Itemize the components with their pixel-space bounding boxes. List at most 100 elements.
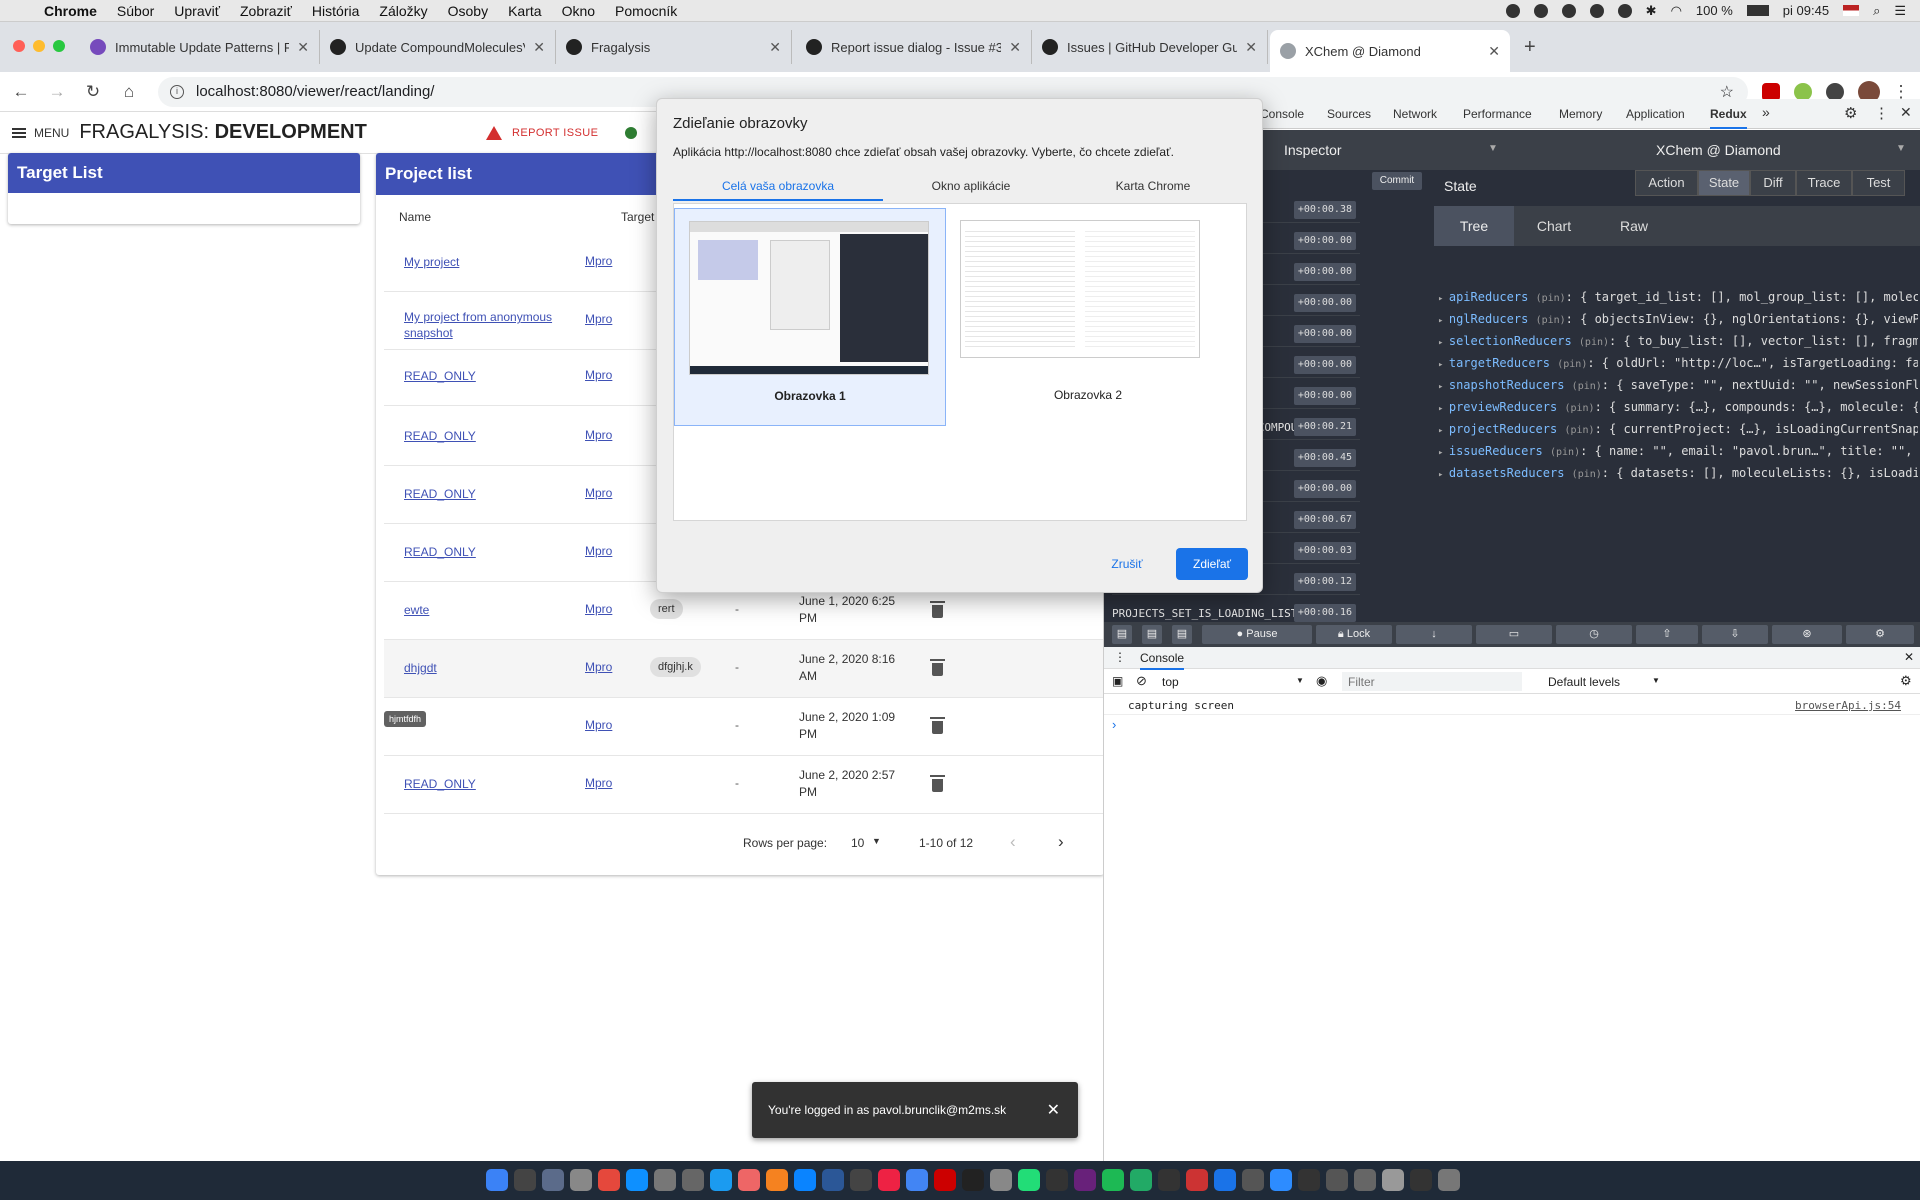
- devtools-tab-console[interactable]: Console: [1260, 107, 1304, 121]
- tab-chrome-tab[interactable]: Karta Chrome: [1059, 179, 1247, 201]
- share-button[interactable]: Zdieľať: [1176, 548, 1248, 580]
- dock-app-icon[interactable]: [1382, 1169, 1404, 1191]
- close-tab-icon[interactable]: ✕: [533, 39, 545, 56]
- close-tab-icon[interactable]: ✕: [1245, 39, 1257, 56]
- tab-entire-screen[interactable]: Celá vaša obrazovka: [673, 179, 883, 201]
- sidebar-toggle-icon[interactable]: ▣: [1112, 674, 1123, 688]
- settings-button[interactable]: ⚙: [1846, 625, 1914, 644]
- target-link[interactable]: Mpro: [585, 486, 612, 500]
- dock-app-icon[interactable]: [1018, 1169, 1040, 1191]
- reload-icon[interactable]: ↻: [78, 82, 108, 102]
- dock-app-icon[interactable]: [794, 1169, 816, 1191]
- project-name-link[interactable]: READ_ONLY: [404, 544, 574, 560]
- extension-icon[interactable]: [1794, 82, 1812, 101]
- dock-app-icon[interactable]: [598, 1169, 620, 1191]
- close-drawer-icon[interactable]: ✕: [1904, 650, 1914, 664]
- dock-app-icon[interactable]: [1270, 1169, 1292, 1191]
- dock-app-icon[interactable]: [878, 1169, 900, 1191]
- wifi-icon[interactable]: ◠: [1671, 3, 1682, 19]
- dock-app-icon[interactable]: [1354, 1169, 1376, 1191]
- tab-app-window[interactable]: Okno aplikácie: [883, 179, 1059, 201]
- dock-app-icon[interactable]: [1242, 1169, 1264, 1191]
- project-tag-chip[interactable]: rert: [650, 599, 683, 619]
- expand-arrow-icon[interactable]: ▸: [1438, 294, 1449, 304]
- forward-arrow-icon[interactable]: →: [42, 82, 72, 102]
- cloud-icon[interactable]: [1589, 3, 1604, 18]
- target-link[interactable]: Mpro: [585, 544, 612, 558]
- more-tabs-icon[interactable]: »: [1762, 104, 1770, 120]
- close-tab-icon[interactable]: ✕: [769, 39, 781, 56]
- dock-app-icon[interactable]: [1410, 1169, 1432, 1191]
- close-tab-icon[interactable]: ✕: [1009, 39, 1021, 56]
- status-icon[interactable]: [1533, 3, 1548, 18]
- console-tab[interactable]: Console: [1140, 651, 1185, 670]
- levels-select[interactable]: Default levels: [1548, 675, 1620, 689]
- dock-app-icon[interactable]: [1438, 1169, 1460, 1191]
- project-tag-chip[interactable]: dfgjhj.k: [650, 657, 701, 677]
- menu-app-name[interactable]: Chrome: [34, 3, 107, 19]
- devtools-tab-memory[interactable]: Memory: [1559, 107, 1602, 121]
- dock-app-icon[interactable]: [570, 1169, 592, 1191]
- menu-item[interactable]: História: [302, 3, 369, 19]
- target-link[interactable]: Mpro: [585, 428, 612, 442]
- toolbar-icon[interactable]: ▤: [1142, 625, 1162, 644]
- pin-button[interactable]: ↓: [1396, 625, 1472, 644]
- gear-icon[interactable]: ⚙: [1900, 673, 1912, 689]
- delete-trash-icon[interactable]: [930, 601, 945, 618]
- expand-arrow-icon[interactable]: ▸: [1438, 470, 1449, 480]
- close-devtools-icon[interactable]: ✕: [1900, 104, 1912, 121]
- dock-app-icon[interactable]: [1102, 1169, 1124, 1191]
- screen-option-1[interactable]: Obrazovka 1: [674, 208, 946, 426]
- browser-tab[interactable]: Issues | GitHub Developer Guic ✕: [1032, 30, 1268, 64]
- flag-icon[interactable]: [1843, 5, 1860, 16]
- state-tree-node[interactable]: ▸ nglReducers (pin): { objectsInView: {}…: [1438, 312, 1918, 326]
- pause-button[interactable]: ● Pause: [1202, 625, 1312, 644]
- dock-app-icon[interactable]: [1130, 1169, 1152, 1191]
- rows-per-page-select[interactable]: 10: [851, 836, 864, 850]
- state-tree-node[interactable]: ▸ targetReducers (pin): { oldUrl: "http:…: [1438, 356, 1918, 370]
- devtools-tab-redux[interactable]: Redux: [1710, 107, 1747, 129]
- project-name-link[interactable]: READ_ONLY: [404, 428, 574, 444]
- expand-arrow-icon[interactable]: ▸: [1438, 448, 1449, 458]
- search-icon[interactable]: ⌕: [1873, 3, 1880, 19]
- download-button[interactable]: ⇩: [1702, 625, 1768, 644]
- next-page-icon[interactable]: ›: [1058, 832, 1064, 852]
- toolbar-icon[interactable]: ▤: [1172, 625, 1192, 644]
- browser-tab[interactable]: Immutable Update Patterns | R ✕: [80, 30, 320, 64]
- dock-app-icon[interactable]: [626, 1169, 648, 1191]
- toolbar-icon[interactable]: ▤: [1112, 625, 1132, 644]
- dock-app-icon[interactable]: [1046, 1169, 1068, 1191]
- browser-tab[interactable]: Report issue dialog - Issue #32 ✕: [796, 30, 1032, 64]
- more-vert-icon[interactable]: ⋮: [1874, 104, 1889, 122]
- previous-page-icon[interactable]: ‹: [1010, 832, 1016, 852]
- battery-icon[interactable]: [1746, 5, 1769, 16]
- state-tree-node[interactable]: ▸ projectReducers (pin): { currentProjec…: [1438, 422, 1918, 436]
- close-tab-icon[interactable]: ✕: [1488, 43, 1500, 60]
- expand-arrow-icon[interactable]: ▸: [1438, 382, 1449, 392]
- context-select[interactable]: top: [1162, 675, 1179, 689]
- dock-app-icon[interactable]: [766, 1169, 788, 1191]
- new-tab-button[interactable]: +: [1524, 36, 1536, 59]
- close-tab-icon[interactable]: ✕: [297, 39, 309, 56]
- menu-item[interactable]: Upraviť: [164, 3, 230, 19]
- devtools-tab-application[interactable]: Application: [1626, 107, 1685, 121]
- project-name-link[interactable]: My project from anonymous snapshot: [404, 309, 574, 341]
- expand-arrow-icon[interactable]: ▸: [1438, 316, 1449, 326]
- dock-app-icon[interactable]: [486, 1169, 508, 1191]
- state-tree-node[interactable]: ▸ previewReducers (pin): { summary: {…},…: [1438, 400, 1918, 414]
- lock-button[interactable]: 🔒︎ Lock: [1316, 625, 1392, 644]
- dock-app-icon[interactable]: [962, 1169, 984, 1191]
- state-tree-node[interactable]: ▸ datasetsReducers (pin): { datasets: []…: [1438, 466, 1918, 480]
- menu-button[interactable]: MENU: [12, 126, 69, 140]
- expand-arrow-icon[interactable]: ▸: [1438, 426, 1449, 436]
- dock-app-icon[interactable]: [654, 1169, 676, 1191]
- target-link[interactable]: Mpro: [585, 660, 612, 674]
- dock-app-icon[interactable]: [682, 1169, 704, 1191]
- eye-icon[interactable]: ◉: [1316, 673, 1327, 689]
- bluetooth-icon[interactable]: ✱: [1646, 3, 1657, 19]
- target-link[interactable]: Mpro: [585, 254, 612, 268]
- dock-app-icon[interactable]: [822, 1169, 844, 1191]
- devtools-tab-sources[interactable]: Sources: [1327, 107, 1371, 121]
- delete-trash-icon[interactable]: [930, 717, 945, 734]
- column-header-name[interactable]: Name: [399, 210, 431, 224]
